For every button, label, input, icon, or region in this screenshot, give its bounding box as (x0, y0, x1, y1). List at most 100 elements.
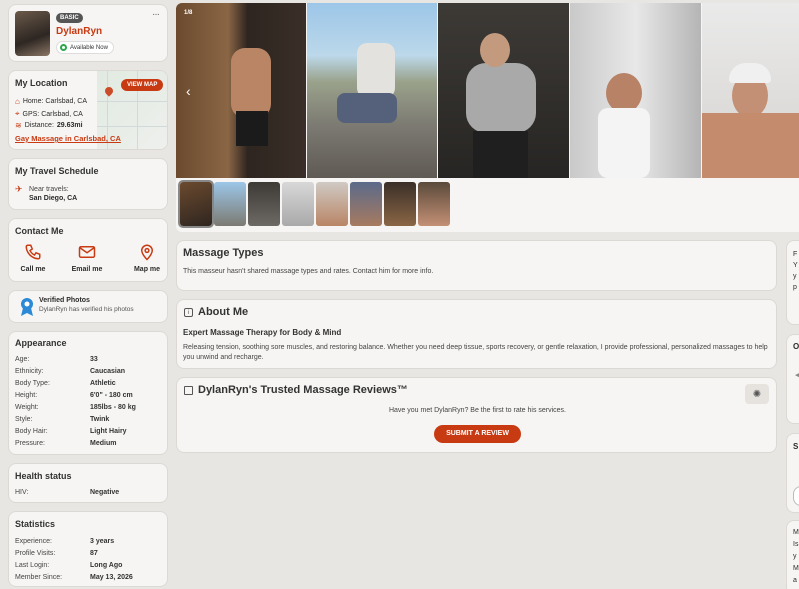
attribute-label: Experience: (15, 538, 52, 545)
attribute-row: Weight: 185lbs - 80 kg (15, 402, 165, 414)
right-card-field[interactable] (793, 486, 799, 506)
online-dot-icon (60, 44, 67, 51)
map-pin-icon (103, 85, 115, 97)
view-map-button[interactable]: VIEW MAP (121, 79, 164, 91)
gallery-prev-button[interactable]: ‹ (186, 83, 191, 99)
about-card: i About Me Expert Massage Therapy for Bo… (176, 299, 777, 369)
attribute-label: Last Login: (15, 562, 50, 569)
attribute-row: Age: 33 (15, 354, 165, 366)
attribute-row: Profile Visits: 87 (15, 548, 165, 560)
gallery-photo-4[interactable] (570, 3, 701, 178)
gallery-photo-2[interactable] (307, 3, 437, 178)
attribute-label: Body Type: (15, 380, 50, 387)
attribute-value: Light Hairy (90, 428, 127, 435)
availability-badge: Available Now (56, 41, 114, 54)
attribute-row: Body Type: Athletic (15, 378, 165, 390)
gallery-thumbnail[interactable] (384, 182, 416, 226)
profile-card: BASIC DylanRyn Available Now ··· (8, 4, 168, 62)
lightbulb-icon: ✺ (752, 389, 762, 400)
attribute-value: 87 (90, 550, 98, 557)
gallery-thumbnail[interactable] (418, 182, 450, 226)
clipped-text: O (793, 342, 799, 351)
right-card-arrow-icon: ◀ (795, 372, 799, 379)
location-pin-icon (140, 244, 154, 261)
gallery-thumbnail[interactable] (350, 182, 382, 226)
gallery-thumbnail[interactable] (178, 180, 214, 228)
near-travels-label: Near travels: (29, 186, 69, 193)
more-options-button[interactable]: ··· (152, 9, 160, 20)
health-card: Health status HIV: Negative (8, 463, 168, 503)
attribute-label: Weight: (15, 404, 39, 411)
plan-badge: BASIC (56, 13, 83, 23)
clipped-text: y (793, 273, 797, 280)
gallery-photo-5[interactable] (702, 3, 799, 178)
about-headline: Expert Massage Therapy for Body & Mind (183, 328, 342, 337)
gps-pin-icon: ⌖ (15, 109, 20, 118)
attribute-row: Member Since: May 13, 2026 (15, 572, 165, 584)
home-icon: ⌂ (15, 97, 20, 106)
attribute-row: Pressure: Medium (15, 438, 165, 450)
info-icon: i (184, 308, 193, 317)
phone-icon (25, 244, 41, 260)
clipped-text: p (793, 284, 797, 291)
attribute-row: Body Hair: Light Hairy (15, 426, 165, 438)
clipped-text: S (793, 442, 799, 451)
email-button[interactable]: Email me (67, 243, 107, 273)
verified-title: Verified Photos (39, 297, 90, 304)
gallery-thumbnail[interactable] (316, 182, 348, 226)
attribute-label: Body Hair: (15, 428, 48, 435)
tip-button[interactable]: ✺ (745, 384, 769, 404)
submit-review-button[interactable]: SUBMIT A REVIEW (434, 425, 521, 443)
gallery-photo-3[interactable] (438, 3, 569, 178)
photo-gallery: 1/8 ‹ (176, 3, 799, 232)
statistics-title: Statistics (15, 519, 56, 529)
photo-counter: 1/8 (184, 10, 193, 16)
location-seo-link[interactable]: Gay Massage in Carlsbad, CA (15, 134, 121, 143)
distance-line: ≋ Distance: 29.63mi (15, 121, 83, 130)
location-card: My Location VIEW MAP ⌂ Home: Carlsbad, CA… (8, 70, 168, 150)
attribute-value: 6'0" - 180 cm (90, 392, 133, 399)
gps-location: ⌖ GPS: Carlsbad, CA (15, 109, 83, 118)
gallery-thumbnail[interactable] (248, 182, 280, 226)
verified-subtitle: DylanRyn has verified his photos (39, 306, 134, 313)
attribute-value: Medium (90, 440, 117, 447)
call-button[interactable]: Call me (13, 243, 53, 273)
attribute-value: 33 (90, 356, 98, 363)
attribute-label: Height: (15, 392, 38, 399)
attribute-label: Member Since: (15, 574, 63, 581)
attribute-row: Last Login: Long Ago (15, 560, 165, 572)
envelope-icon (78, 246, 96, 258)
right-card-2: O ◀ (786, 334, 799, 424)
attribute-row: Ethnicity: Caucasian (15, 366, 165, 378)
contact-title: Contact Me (15, 226, 64, 236)
appearance-card: Appearance Age: 33 Ethnicity: Caucasian Body… (8, 331, 168, 455)
plane-icon: ✈ (15, 184, 23, 194)
reviews-title: DylanRyn's Trusted Massage Reviews™ (198, 384, 408, 396)
attribute-label: Pressure: (15, 440, 45, 447)
verified-ribbon-icon (21, 298, 33, 316)
gallery-photo-1[interactable] (176, 3, 306, 178)
location-title: My Location (15, 78, 68, 88)
attribute-label: Age: (15, 356, 30, 363)
gallery-thumbnail[interactable] (214, 182, 246, 226)
profile-name: DylanRyn (56, 26, 103, 37)
attribute-value: May 13, 2026 (90, 574, 133, 581)
gallery-thumbnail[interactable] (282, 182, 314, 226)
attribute-value: Negative (90, 489, 120, 496)
map-button[interactable]: Map me (127, 243, 167, 273)
about-title: About Me (198, 306, 249, 318)
massage-types-title: Massage Types (183, 247, 264, 259)
attribute-row: Experience: 3 years (15, 536, 165, 548)
right-card-3: S (786, 433, 799, 513)
health-list: HIV: Negative (15, 487, 165, 499)
avatar[interactable] (15, 11, 50, 56)
attribute-value: Twink (90, 416, 110, 423)
clipped-text: F (793, 251, 798, 258)
reviews-prompt: Have you met DylanRyn? Be the first to r… (388, 407, 567, 414)
appearance-list: Age: 33 Ethnicity: Caucasian Body Type: Athle… (15, 354, 165, 450)
near-travels-value: San Diego, CA (29, 195, 78, 202)
massage-types-card: Massage Types This masseur hasn't shared… (176, 240, 777, 291)
right-card-1: FYyp (786, 240, 799, 325)
attribute-label: Ethnicity: (15, 368, 44, 375)
statistics-list: Experience: 3 years Profile Visits: 87 Last … (15, 536, 165, 584)
